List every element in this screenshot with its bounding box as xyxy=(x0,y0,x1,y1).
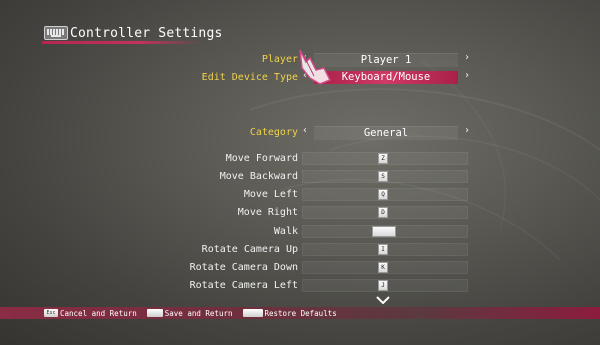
chevron-right-icon[interactable]: › xyxy=(464,52,470,63)
page-title: Controller Settings xyxy=(70,25,223,41)
chevron-right-icon[interactable]: › xyxy=(464,125,470,136)
keyboard-icon xyxy=(44,26,68,40)
header: Controller Settings xyxy=(44,24,223,42)
category-label: Category xyxy=(249,127,298,138)
key-cap[interactable]: Z xyxy=(378,153,388,164)
player-value: Player 1 xyxy=(314,53,458,67)
chevron-left-icon[interactable]: ‹ xyxy=(302,125,308,136)
player-label: Player xyxy=(261,54,298,65)
esc-key-icon: Esc xyxy=(44,309,58,317)
restore-label: Restore Defaults xyxy=(264,308,337,318)
category-selector[interactable]: ‹ General › xyxy=(302,125,470,140)
key-cap[interactable]: D xyxy=(378,207,388,218)
binding-label: Rotate Camera Down xyxy=(189,262,298,273)
save-label: Save and Return xyxy=(164,308,233,318)
save-key-icon xyxy=(146,309,163,317)
binding-label: Rotate Camera Up xyxy=(201,244,298,255)
binding-label: Walk xyxy=(273,226,298,237)
key-cap[interactable]: K xyxy=(378,262,388,273)
key-cap[interactable]: I xyxy=(378,244,388,255)
scroll-down-icon[interactable] xyxy=(376,296,390,304)
title-underline xyxy=(42,41,202,44)
cancel-and-return-button[interactable]: Esc Cancel and Return xyxy=(44,309,137,318)
device-type-label: Edit Device Type xyxy=(201,72,298,83)
save-and-return-button[interactable]: Save and Return xyxy=(146,308,233,318)
key-cap[interactable] xyxy=(372,226,396,237)
binding-label: Move Backward xyxy=(219,171,298,182)
key-cap[interactable]: Q xyxy=(378,189,388,200)
restore-key-icon xyxy=(242,309,263,317)
footer-bar: Esc Cancel and Return Save and Return Re… xyxy=(0,307,600,319)
binding-label: Rotate Camera Left xyxy=(189,280,298,291)
binding-label: Move Right xyxy=(237,207,298,218)
key-cap[interactable]: S xyxy=(378,171,388,182)
category-value: General xyxy=(314,126,458,140)
binding-label: Move Left xyxy=(243,189,298,200)
hand-cursor-icon xyxy=(299,49,332,85)
binding-label: Move Forward xyxy=(225,153,298,164)
cancel-label: Cancel and Return xyxy=(60,308,137,318)
device-type-value: Keyboard/Mouse xyxy=(314,71,458,84)
chevron-right-icon[interactable]: › xyxy=(464,70,470,81)
restore-defaults-button[interactable]: Restore Defaults xyxy=(242,308,337,318)
key-cap[interactable]: J xyxy=(378,280,388,291)
